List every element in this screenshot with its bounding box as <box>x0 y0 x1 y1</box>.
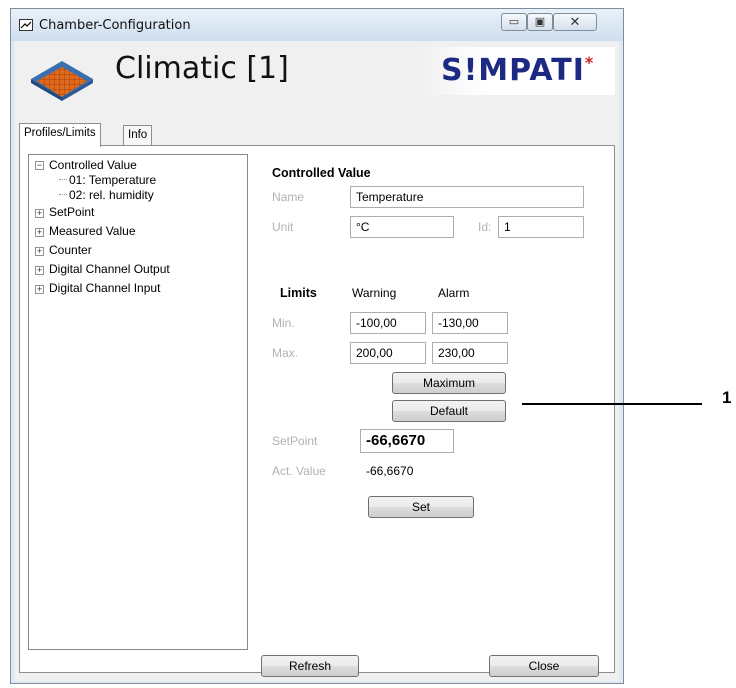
simpati-logo: S!MPATI* <box>417 47 615 95</box>
close-button[interactable]: Close <box>489 655 599 677</box>
tree-item-counter[interactable]: Counter <box>49 243 92 257</box>
setpoint-label: SetPoint <box>272 434 318 448</box>
header-band: Climatic [1] S!MPATI* <box>15 41 619 117</box>
max-alarm-field[interactable]: 230,00 <box>432 342 508 364</box>
chamber-configuration-window: Chamber-Configuration ▭ ▣ ✕ Climatic [1] <box>10 8 624 684</box>
minimize-button[interactable]: ▭ <box>501 13 527 31</box>
warning-header: Warning <box>352 286 397 300</box>
tree-item-measured-value[interactable]: Measured Value <box>49 224 136 238</box>
expand-icon[interactable]: + <box>35 285 44 294</box>
tree-item-rel-humidity[interactable]: 02: rel. humidity <box>69 188 154 202</box>
setpoint-field[interactable]: -66,6670 <box>360 429 454 453</box>
min-label: Min. <box>272 316 295 330</box>
close-window-button[interactable]: ✕ <box>553 13 597 31</box>
refresh-button[interactable]: Refresh <box>261 655 359 677</box>
max-warning-field[interactable]: 200,00 <box>350 342 426 364</box>
tree-item-controlled-value[interactable]: Controlled Value <box>49 158 137 172</box>
min-alarm-field[interactable]: -130,00 <box>432 312 508 334</box>
callout-line <box>522 403 702 405</box>
title-bar[interactable]: Chamber-Configuration ▭ ▣ ✕ <box>11 9 623 41</box>
tree-item-temperature[interactable]: 01: Temperature <box>69 173 156 187</box>
max-label: Max. <box>272 346 299 360</box>
tree-connector <box>59 179 67 180</box>
unit-field[interactable]: °C <box>350 216 454 238</box>
id-field[interactable]: 1 <box>498 216 584 238</box>
unit-label: Unit <box>272 220 294 234</box>
maximum-button[interactable]: Maximum <box>392 372 506 394</box>
window-content: Climatic [1] S!MPATI* Profiles/Limits In… <box>15 41 619 681</box>
channel-tree[interactable]: − Controlled Value 01: Temperature 02: r… <box>28 154 248 650</box>
tree-connector <box>59 194 67 195</box>
name-label: Name <box>272 190 305 204</box>
expand-icon[interactable]: + <box>35 228 44 237</box>
window-title: Chamber-Configuration <box>39 18 191 33</box>
logo-text: S!MPATI* <box>441 53 595 88</box>
expand-icon[interactable]: + <box>35 247 44 256</box>
tab-profiles-limits[interactable]: Profiles/Limits <box>19 123 101 147</box>
alarm-header: Alarm <box>438 286 470 300</box>
maximize-button[interactable]: ▣ <box>527 13 553 31</box>
act-value: -66,6670 <box>366 464 414 478</box>
controlled-value-heading: Controlled Value <box>272 166 371 180</box>
id-label: Id: <box>478 220 492 234</box>
expand-icon[interactable]: + <box>35 266 44 275</box>
chart-app-icon <box>19 19 33 31</box>
min-warning-field[interactable]: -100,00 <box>350 312 426 334</box>
tab-info[interactable]: Info <box>123 125 153 145</box>
name-field[interactable]: Temperature <box>350 186 584 208</box>
tree-item-digital-channel-input[interactable]: Digital Channel Input <box>49 281 160 295</box>
expand-icon[interactable]: + <box>35 209 44 218</box>
profiles-limits-panel: − Controlled Value 01: Temperature 02: r… <box>19 145 615 673</box>
chamber-name: Climatic [1] <box>115 51 289 86</box>
tree-item-digital-channel-output[interactable]: Digital Channel Output <box>49 262 170 276</box>
tree-item-setpoint[interactable]: SetPoint <box>49 205 94 219</box>
set-button[interactable]: Set <box>368 496 474 518</box>
default-button[interactable]: Default <box>392 400 506 422</box>
callout-number: 1 <box>722 388 732 407</box>
limits-heading: Limits <box>280 286 317 300</box>
collapse-icon[interactable]: − <box>35 161 44 170</box>
act-value-label: Act. Value <box>272 464 326 478</box>
climatic-chamber-icon <box>31 61 93 101</box>
